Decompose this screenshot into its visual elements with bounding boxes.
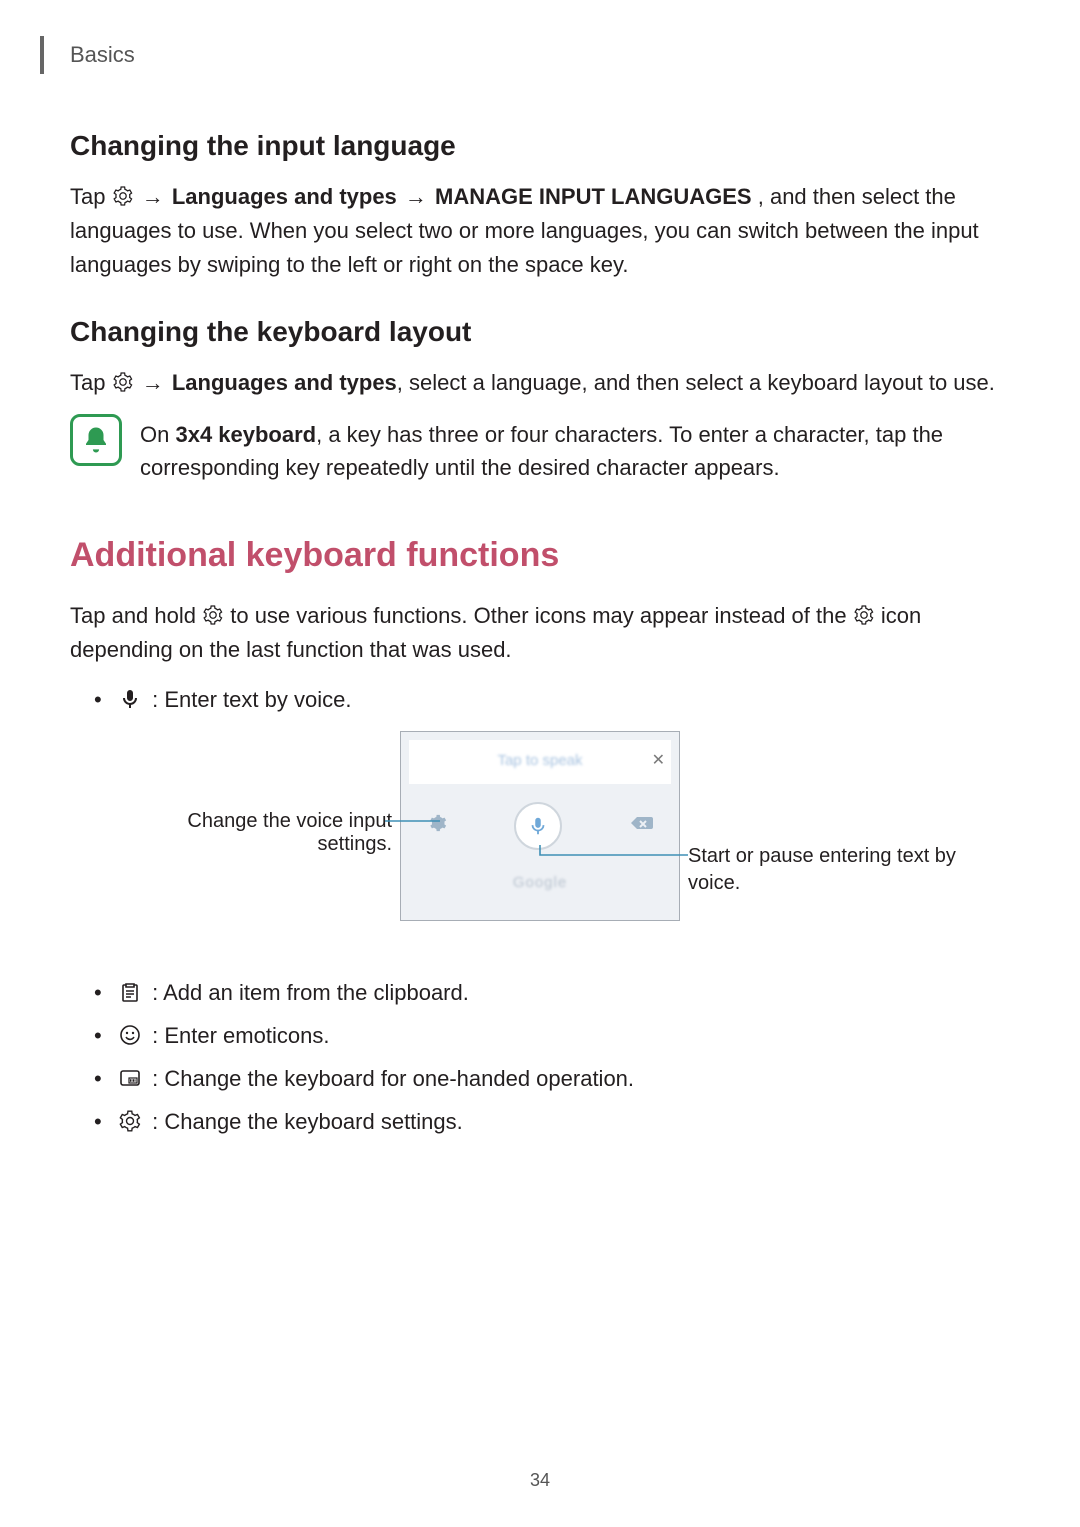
smiley-icon: [118, 1023, 142, 1047]
close-icon[interactable]: ✕: [652, 750, 665, 770]
gear-icon: [202, 604, 224, 626]
text: On: [140, 422, 175, 447]
gear-icon: [853, 604, 875, 626]
clipboard-icon: [118, 980, 142, 1004]
callout-voice-settings: Change the voice input settings.: [110, 810, 400, 856]
backspace-icon[interactable]: [629, 811, 653, 840]
heading-additional-keyboard-functions: Additional keyboard functions: [70, 536, 1010, 575]
one-handed-keyboard-icon: [118, 1066, 142, 1090]
page-header: Basics: [40, 36, 1010, 74]
text: , select a language, and then select a k…: [397, 370, 995, 395]
function-list-cont: : Add an item from the clipboard. : Ente…: [70, 975, 1010, 1140]
arrow: →: [140, 184, 166, 209]
voice-text-input[interactable]: Tap to speak ✕: [409, 740, 671, 784]
microphone-icon: [118, 687, 142, 711]
header-rule: [40, 36, 44, 74]
arrow: →: [140, 370, 166, 395]
paragraph-additional-intro: Tap and hold to use various functions. O…: [70, 599, 1010, 667]
function-list: : Enter text by voice.: [70, 682, 1010, 717]
text: Tap: [70, 370, 112, 395]
text: to use various functions. Other icons ma…: [230, 603, 852, 628]
item-text: : Change the keyboard settings.: [152, 1109, 463, 1134]
note-bold: 3x4 keyboard: [175, 422, 316, 447]
item-voice: : Enter text by voice.: [94, 682, 1010, 717]
callout-record: Start or pause entering text by voice.: [688, 843, 978, 897]
paragraph-input-language: Tap → Languages and types → MANAGE INPUT…: [70, 180, 1010, 282]
note-3x4-keyboard: On 3x4 keyboard, a key has three or four…: [70, 414, 1010, 484]
arrow: →: [403, 184, 429, 209]
page-number: 34: [0, 1470, 1080, 1491]
item-text: : Change the keyboard for one-handed ope…: [152, 1066, 634, 1091]
navpath-languages-and-types: Languages and types: [172, 184, 397, 209]
item-text: : Enter emoticons.: [152, 1023, 329, 1048]
note-text: On 3x4 keyboard, a key has three or four…: [140, 418, 1010, 484]
voice-brand-label: Google: [401, 874, 679, 891]
text: Tap and hold: [70, 603, 202, 628]
gear-icon: [112, 185, 134, 207]
gear-icon: [112, 371, 134, 393]
item-onehand: : Change the keyboard for one-handed ope…: [94, 1061, 1010, 1096]
item-text: : Enter text by voice.: [152, 687, 351, 712]
text: Tap: [70, 184, 112, 209]
voice-input-figure: Change the voice input settings. Tap to …: [110, 725, 970, 945]
bell-icon: [70, 414, 122, 466]
heading-input-language: Changing the input language: [70, 130, 1010, 162]
item-emoticons: : Enter emoticons.: [94, 1018, 1010, 1053]
voice-placeholder: Tap to speak: [409, 752, 671, 769]
header-breadcrumb: Basics: [70, 42, 135, 68]
item-clipboard: : Add an item from the clipboard.: [94, 975, 1010, 1010]
item-text: : Add an item from the clipboard.: [152, 980, 469, 1005]
voice-input-panel: Tap to speak ✕ Google: [400, 731, 680, 921]
item-settings: : Change the keyboard settings.: [94, 1104, 1010, 1139]
heading-keyboard-layout: Changing the keyboard layout: [70, 316, 1010, 348]
voice-record-button[interactable]: [514, 802, 562, 850]
paragraph-keyboard-layout: Tap → Languages and types, select a lang…: [70, 366, 1010, 400]
gear-icon: [118, 1109, 142, 1133]
navpath-manage-input-languages: MANAGE INPUT LANGUAGES: [435, 184, 752, 209]
navpath-languages-and-types: Languages and types: [172, 370, 397, 395]
voice-settings-gear-icon[interactable]: [427, 813, 447, 838]
